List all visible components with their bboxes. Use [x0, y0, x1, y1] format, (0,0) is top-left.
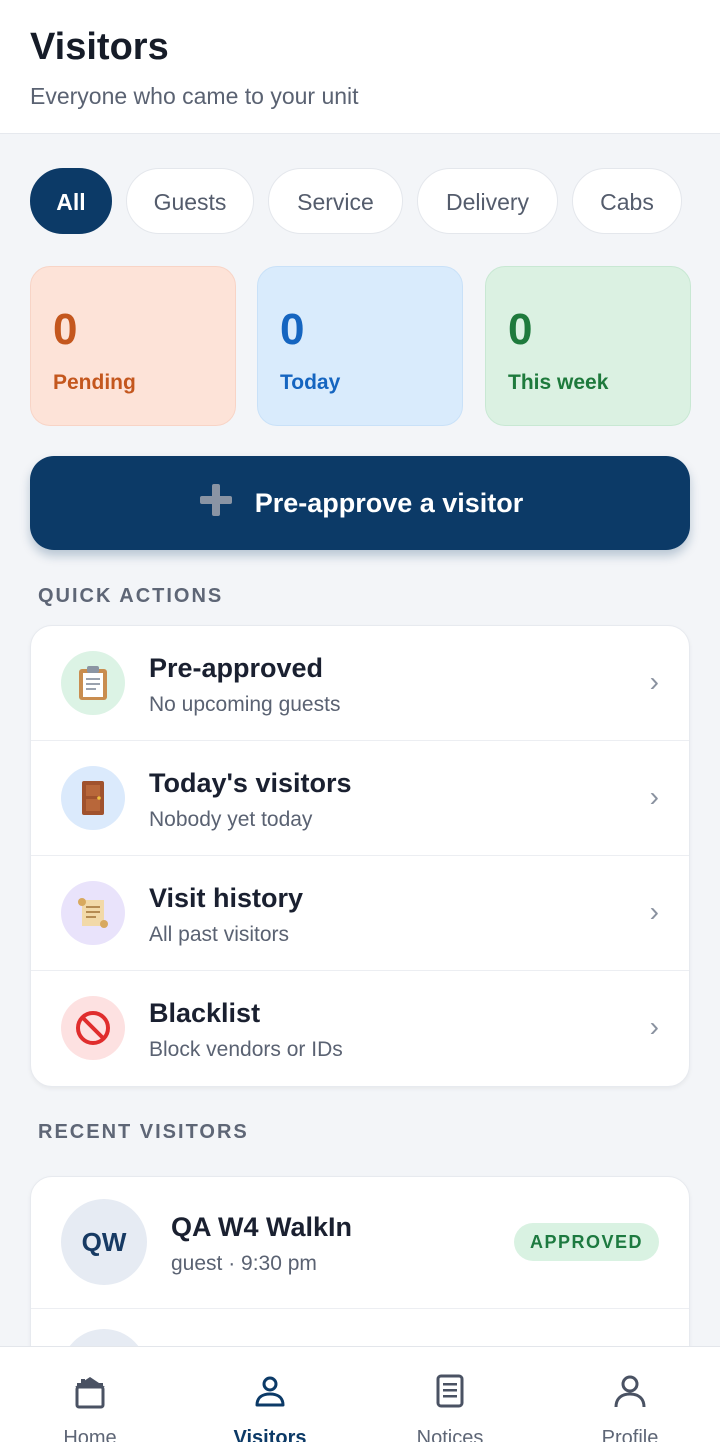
nav-label: Visitors [233, 1427, 307, 1442]
quick-actions-heading: QUICK ACTIONS [38, 585, 224, 607]
quick-action-visit-history[interactable]: Visit history All past visitors › [31, 856, 689, 971]
quick-action-title: Visit history [149, 883, 304, 913]
filter-chip-cabs[interactable]: Cabs [572, 168, 682, 234]
stat-week-value: 0 [508, 305, 533, 354]
quick-action-subtitle: No upcoming guests [149, 693, 341, 716]
page-subtitle: Everyone who came to your unit [30, 83, 359, 109]
stat-pending-value: 0 [53, 305, 78, 354]
quick-action-subtitle: Nobody yet today [149, 808, 313, 831]
plus-icon [197, 481, 235, 526]
bottom-nav: Home Visitors Notices Profile [0, 1346, 720, 1442]
stat-week-label: This week [508, 371, 609, 394]
nav-visitors[interactable]: Visitors [180, 1347, 360, 1442]
filter-chip-delivery[interactable]: Delivery [417, 168, 558, 234]
stat-today-value: 0 [280, 305, 305, 354]
filter-chips: All Guests Service Delivery Cabs [30, 168, 720, 234]
door-icon [61, 766, 125, 830]
quick-action-subtitle: Block vendors or IDs [149, 1038, 343, 1061]
chevron-right-icon: › [649, 781, 659, 812]
status-badge: APPROVED [513, 1223, 659, 1261]
scroll-icon [61, 881, 125, 945]
stat-card-today[interactable]: 0 Today [257, 266, 463, 426]
stat-today-label: Today [280, 371, 341, 394]
pre-approve-label: Pre-approve a visitor [254, 487, 524, 518]
visitor-name: QA W4 WalkIn [171, 1212, 353, 1242]
quick-action-title: Blacklist [149, 998, 261, 1028]
avatar: QW [61, 1199, 147, 1285]
clipboard-icon [61, 651, 125, 715]
quick-action-title: Today's visitors [149, 768, 352, 798]
visitor-row[interactable]: QW QA W4 WalkIn guest · 9:30 pm APPROVED [31, 1177, 689, 1309]
chevron-right-icon: › [649, 1011, 659, 1042]
visitor-meta: guest · 9:30 pm [171, 1252, 317, 1275]
stat-card-week[interactable]: 0 This week [485, 266, 691, 426]
quick-actions-card: Pre-approved No upcoming guests › Today'… [30, 625, 690, 1087]
home-icon [75, 1377, 105, 1409]
notices-icon [436, 1374, 464, 1408]
profile-icon [614, 1375, 646, 1408]
chevron-right-icon: › [649, 896, 659, 927]
filter-chip-service[interactable]: Service [268, 168, 403, 234]
quick-action-pre-approved[interactable]: Pre-approved No upcoming guests › [31, 626, 689, 741]
visitors-icon [255, 1376, 285, 1407]
chevron-right-icon: › [649, 666, 659, 697]
pre-approve-button[interactable]: Pre-approve a visitor [30, 456, 690, 550]
stat-card-pending[interactable]: 0 Pending [30, 266, 236, 426]
nav-label: Notices [416, 1427, 484, 1442]
nav-profile[interactable]: Profile [540, 1347, 720, 1442]
recent-visitors-heading: RECENT VISITORS [38, 1121, 249, 1143]
quick-action-blacklist[interactable]: Blacklist Block vendors or IDs › [31, 971, 689, 1086]
filter-chip-guests[interactable]: Guests [126, 168, 254, 234]
nav-label: Profile [601, 1427, 659, 1442]
prohibited-icon [61, 996, 125, 1060]
quick-action-subtitle: All past visitors [149, 923, 290, 946]
nav-home[interactable]: Home [0, 1347, 180, 1442]
stat-pending-label: Pending [53, 371, 136, 394]
quick-action-todays-visitors[interactable]: Today's visitors Nobody yet today › [31, 741, 689, 856]
page-title: Visitors [30, 26, 169, 68]
nav-label: Home [63, 1427, 117, 1442]
quick-action-title: Pre-approved [149, 653, 324, 683]
page-header: Visitors Everyone who came to your unit [0, 0, 720, 134]
filter-chip-all[interactable]: All [30, 168, 112, 234]
nav-notices[interactable]: Notices [360, 1347, 540, 1442]
